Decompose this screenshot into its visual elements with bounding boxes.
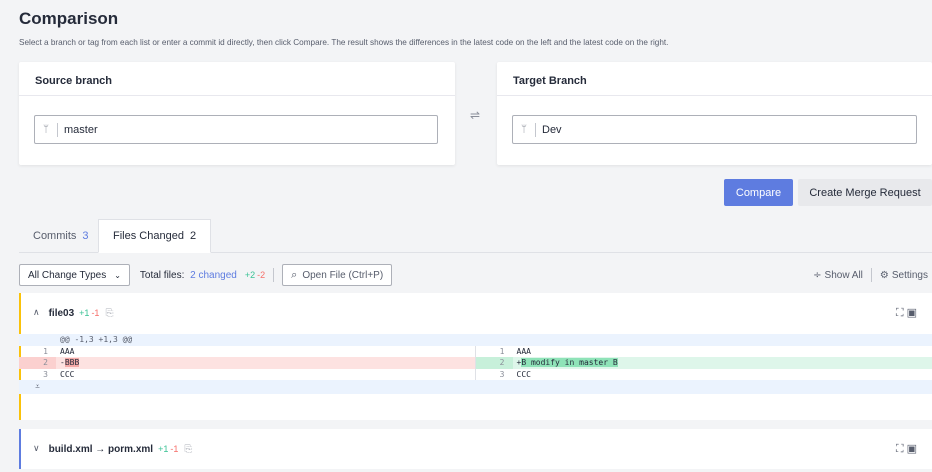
settings-button[interactable]: Settings — [892, 270, 928, 281]
show-all-button[interactable]: Show All — [825, 270, 863, 281]
hunk-header-row: @@ -1,3 +1,3 @@ — [19, 334, 932, 346]
line-number: 2 — [475, 357, 513, 369]
tab-files-changed-count: 2 — [189, 230, 197, 242]
target-branch-card: Target Branch ᛘ Dev — [497, 62, 932, 165]
file-name[interactable]: build.xml → porm.xml — [49, 444, 153, 455]
hunk-header: @@ -1,3 +1,3 @@ — [60, 335, 133, 345]
line-number: 3 — [499, 369, 505, 379]
total-files: Total files: 2 changed — [140, 270, 240, 281]
copy-icon[interactable]: ⎘ — [105, 308, 113, 319]
diff-row: 2 - BBB 2 + B modify in master B — [19, 357, 932, 369]
diff-view: @@ -1,3 +1,3 @@ 1 AAA 1 AAA 2 - BBB 2 + B … — [19, 334, 932, 394]
added-text: B modify in master B — [521, 358, 618, 368]
page-subtitle: Select a branch or tag from each list or… — [19, 38, 669, 47]
file-deletions: -1 — [170, 444, 179, 454]
expand-down-icon[interactable]: ⩡ — [19, 380, 56, 394]
diff-row: 1 AAA 1 AAA — [19, 345, 932, 357]
total-files-changed[interactable]: 2 changed — [190, 270, 237, 281]
divider — [273, 268, 275, 282]
page-title: Comparison — [19, 9, 119, 28]
branch-icon: ᛘ — [43, 124, 49, 135]
deletions-count: -2 — [257, 270, 266, 280]
view-tools: ÷ Show All ⚙ Settings — [813, 264, 928, 286]
deleted-code-line: - BBB — [56, 357, 475, 369]
line-number: 1 — [43, 346, 48, 356]
source-branch-select[interactable]: ᛘ master — [34, 115, 438, 144]
expand-all-icon[interactable]: ÷ — [813, 270, 821, 281]
settings-icon[interactable]: ⚙ — [880, 270, 889, 281]
tab-commits-label: Commits — [33, 230, 77, 242]
target-branch-value: Dev — [542, 123, 562, 136]
code-line: CCC — [516, 369, 531, 379]
file-deletions: -1 — [91, 308, 100, 318]
expand-row[interactable]: ⩡ — [19, 380, 932, 394]
source-branch-card: Source branch ᛘ master — [19, 62, 455, 165]
total-files-label: Total files: — [139, 269, 185, 281]
file-name[interactable]: file03 — [49, 308, 75, 319]
source-branch-label: Source branch — [19, 62, 455, 96]
file-additions: +1 — [79, 308, 90, 318]
branch-icon: ᛘ — [521, 124, 527, 135]
file-actions: ⛶▣ — [896, 306, 920, 320]
view-file-icon[interactable]: ▣ — [907, 306, 920, 319]
line-number: 1 — [499, 346, 505, 356]
expand-area — [56, 380, 932, 394]
deleted-text: BBB — [64, 358, 80, 368]
file-actions: ⛶▣ — [896, 442, 920, 456]
fullscreen-icon[interactable]: ⛶ — [896, 306, 907, 319]
chevron-down-icon[interactable]: ∨ — [33, 444, 40, 454]
open-file-button[interactable]: ⌕ Open File (Ctrl+P) — [282, 264, 393, 286]
change-types-value: All Change Types — [28, 269, 107, 281]
divider — [57, 122, 58, 137]
chevron-up-icon[interactable]: ∧ — [33, 308, 40, 318]
tab-commits[interactable]: Commits 3 — [19, 219, 103, 253]
filter-toolbar: All Change Types ⌄ Total files: 2 change… — [19, 264, 932, 286]
fullscreen-icon[interactable]: ⛶ — [896, 442, 907, 455]
line-number: 3 — [43, 369, 48, 379]
open-file-label: Open File (Ctrl+P) — [302, 269, 384, 281]
code-line: AAA — [516, 346, 531, 356]
tab-files-changed-label: Files Changed — [113, 230, 184, 242]
divider — [535, 122, 536, 137]
target-branch-label: Target Branch — [497, 62, 932, 96]
file-additions: +1 — [158, 444, 169, 454]
divider — [870, 268, 872, 282]
copy-icon[interactable]: ⎘ — [184, 444, 192, 455]
code-line: CCC — [60, 369, 75, 379]
added-code-line: + B modify in master B — [513, 357, 932, 369]
create-merge-request-button[interactable]: Create Merge Request — [798, 179, 932, 206]
change-types-select[interactable]: All Change Types ⌄ — [19, 264, 130, 286]
tab-commits-count: 3 — [82, 230, 89, 242]
line-number: 2 — [19, 357, 56, 369]
code-line: AAA — [60, 346, 75, 356]
swap-icon[interactable]: ⇌ — [470, 108, 480, 122]
target-branch-select[interactable]: ᛘ Dev — [512, 115, 917, 144]
line-number — [19, 334, 56, 346]
tab-files-changed[interactable]: Files Changed 2 — [98, 219, 212, 253]
file-header[interactable]: ∨ build.xml → porm.xml +1 -1 ⎘ ⛶▣ — [21, 429, 932, 469]
chevron-down-icon: ⌄ — [114, 270, 121, 280]
file-header[interactable]: ∧ file03 +1 -1 ⎘ ⛶▣ — [21, 293, 932, 333]
diff-row: 3 CCC 3 CCC — [19, 368, 932, 380]
file-diff-block: ∨ build.xml → porm.xml +1 -1 ⎘ ⛶▣ — [19, 429, 932, 469]
compare-button[interactable]: Compare — [724, 179, 793, 206]
source-branch-value: master — [64, 123, 98, 136]
additions-count: +2 — [244, 270, 256, 280]
view-file-icon[interactable]: ▣ — [907, 442, 920, 455]
search-icon: ⌕ — [291, 268, 298, 281]
